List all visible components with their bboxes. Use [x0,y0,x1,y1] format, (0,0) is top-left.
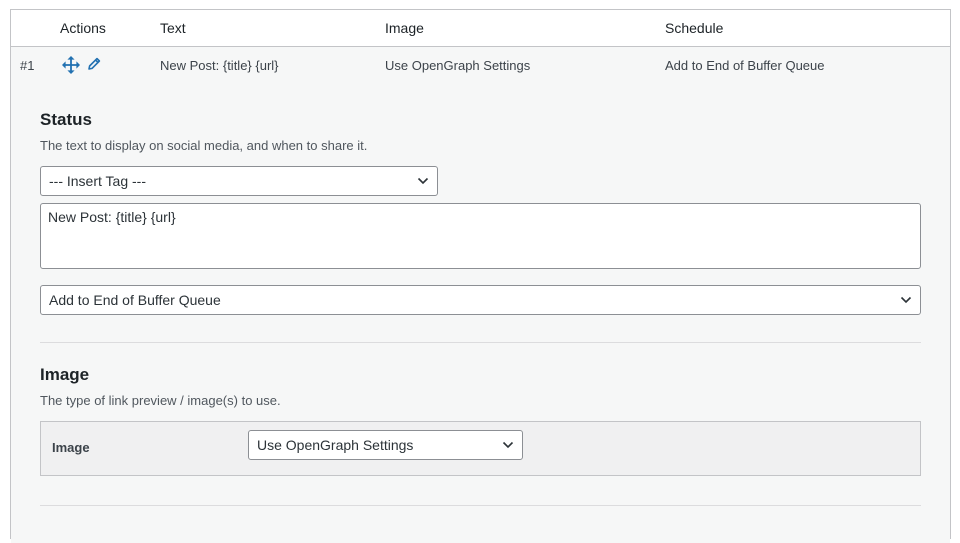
chevron-down-icon [900,296,912,304]
column-header-actions: Actions [60,20,106,36]
image-section-description: The type of link preview / image(s) to u… [40,393,281,408]
row-text: New Post: {title} {url} [160,58,279,73]
column-header-image: Image [385,20,424,36]
column-header-schedule: Schedule [665,20,724,36]
status-table: Actions Text Image Schedule #1 New Post:… [10,9,951,543]
status-section-description: The text to display on social media, and… [40,138,368,153]
table-header-row: Actions Text Image Schedule [11,10,950,47]
row-schedule: Add to End of Buffer Queue [665,58,825,73]
move-icon[interactable] [62,56,80,74]
insert-tag-select[interactable]: --- Insert Tag --- [40,166,438,196]
image-settings-box: Image Use OpenGraph Settings [40,421,921,476]
image-type-select[interactable]: Use OpenGraph Settings [248,430,523,460]
row-image: Use OpenGraph Settings [385,58,531,73]
image-section-title: Image [40,365,90,384]
image-type-select-value: Use OpenGraph Settings [257,437,414,453]
row-number: #1 [20,58,35,73]
status-text-input[interactable]: New Post: {title} {url} [40,203,921,269]
chevron-down-icon [417,177,429,185]
edit-icon[interactable] [86,56,102,72]
image-field-label: Image [52,440,90,455]
schedule-select-value: Add to End of Buffer Queue [49,292,221,308]
status-edit-panel: Status The text to display on social med… [11,83,950,543]
column-header-text: Text [160,20,186,36]
table-row[interactable]: #1 New Post: {title} {url} Use OpenGraph… [11,47,950,83]
schedule-select[interactable]: Add to End of Buffer Queue [40,285,921,315]
section-divider [40,342,921,343]
insert-tag-select-value: --- Insert Tag --- [49,173,146,189]
status-section-title: Status [40,110,92,129]
chevron-down-icon [502,441,514,449]
section-divider [40,505,921,506]
